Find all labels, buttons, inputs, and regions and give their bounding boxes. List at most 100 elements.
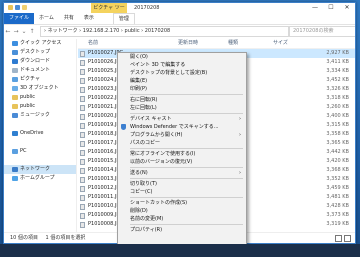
menu-item-delete[interactable]: 削除(D) [118,207,246,215]
window-controls: — ☐ ✕ [307,3,355,13]
search-input[interactable]: 20170208の検索 [289,26,355,37]
nav-item-documents[interactable]: ドキュメント [4,66,76,75]
shield-icon [121,124,126,130]
nav-item-desktop[interactable]: デスクトップ [4,48,76,57]
forward-arrow-icon[interactable]: → [12,28,20,35]
submenu-arrow-icon: › [239,170,241,176]
back-arrow-icon[interactable]: ← [4,28,12,35]
tab-view[interactable]: 表示 [79,13,99,24]
image-file-icon [80,51,85,57]
nav-item-pictures[interactable]: ピクチャ [4,75,76,84]
image-file-icon [80,114,85,120]
column-type[interactable]: 種類 [228,39,238,48]
image-file-icon [80,168,85,174]
menu-item-always-offline[interactable]: 常にオフラインで使用する(I) [118,150,246,158]
download-icon [12,59,18,64]
menu-item-copy[interactable]: コピー(C) [118,188,246,196]
menu-item-open[interactable]: 開く(O) [118,53,246,61]
menu-item-rename[interactable]: 名前の変更(M) [118,215,246,223]
nav-item-onedrive[interactable]: OneDrive [4,129,76,138]
menu-item-open-with[interactable]: プログラムから開く(H) › [118,131,246,139]
menu-separator [130,224,243,225]
navigation-pane: クイック アクセス デスクトップ ダウンロード ドキュメント ピクチャ 3D オ… [4,39,77,233]
menu-item-print[interactable]: 印刷(P) [118,85,246,93]
homegroup-icon [12,176,18,181]
nav-item-downloads[interactable]: ダウンロード [4,57,76,66]
menu-item-create-shortcut[interactable]: ショートカットの作成(S) [118,199,246,207]
ribbon-tabs: ファイル ホーム 共有 表示 管理 [4,13,355,25]
network-icon [12,167,18,172]
menu-item-copy-path[interactable]: パスのコピー [118,139,246,147]
image-file-icon [80,204,85,210]
close-button[interactable]: ✕ [339,3,355,13]
column-date[interactable]: 更新日時 [178,39,198,48]
picture-tools-tab[interactable]: ピクチャ ツール [91,3,127,21]
file-list-header: 名前 更新日時 種類 サイズ [78,39,355,49]
nav-item-homegroup[interactable]: ホームグループ [4,174,76,183]
image-file-icon [80,186,85,192]
image-file-icon [80,213,85,219]
picture-icon [12,77,18,82]
pc-icon [12,149,18,154]
nav-item-3d-objects[interactable]: 3D オブジェクト [4,84,76,93]
image-file-icon [80,87,85,93]
quick-access-toolbar [8,5,27,10]
menu-separator [130,113,243,114]
menu-item-defender-scan[interactable]: Windows Defender でスキャンする... [118,123,246,131]
view-toggle [335,235,351,242]
window-title: 20170208 [134,5,160,11]
context-menu: 開く(O) ペイント 3D で編集する デスクトップの背景として設定(B) 編集… [117,52,247,256]
taskbar [0,244,360,257]
image-file-icon [80,195,85,201]
nav-item-public[interactable]: public [4,93,76,102]
image-file-icon [80,96,85,102]
image-file-icon [80,123,85,129]
tab-manage[interactable]: 管理 [112,13,135,24]
menu-item-set-background[interactable]: デスクトップの背景として設定(B) [118,69,246,77]
submenu-arrow-icon: › [239,116,241,122]
nav-item-public-2[interactable]: public [4,102,76,111]
menu-item-restore-previous[interactable]: 以前のバージョンの復元(V) [118,158,246,166]
save-icon[interactable] [15,5,20,10]
large-icons-view-icon[interactable] [344,235,351,242]
nav-item-music[interactable]: ミュージック [4,111,76,120]
menu-separator [130,167,243,168]
tab-home[interactable]: ホーム [34,13,59,24]
menu-item-rotate-right[interactable]: 右に回転(R) [118,96,246,104]
maximize-button[interactable]: ☐ [323,3,339,13]
image-file-icon [80,60,85,66]
image-file-icon [80,78,85,84]
details-view-icon[interactable] [335,235,342,242]
menu-item-cast-to-device[interactable]: デバイス キャスト › [118,115,246,123]
address-path[interactable]: › ネットワーク › 192.168.2.170 › public › 2017… [40,26,289,37]
menu-item-properties[interactable]: プロパティ(R) [118,226,246,234]
column-name[interactable]: 名前 [88,39,98,48]
menu-item-rotate-left[interactable]: 左に回転(L) [118,104,246,112]
nav-item-network[interactable]: ネットワーク [4,165,76,174]
nav-item-pc[interactable]: PC [4,147,76,156]
tab-file[interactable]: ファイル [4,13,35,24]
new-folder-icon[interactable] [22,5,27,10]
menu-item-cut[interactable]: 切り取り(T) [118,180,246,188]
folder-icon[interactable] [8,5,13,10]
image-file-icon [80,105,85,111]
submenu-arrow-icon: › [239,132,241,138]
star-icon [12,41,18,46]
item-count: 10 個の項目 [10,235,38,241]
tab-share[interactable]: 共有 [59,13,79,24]
menu-item-edit-paint3d[interactable]: ペイント 3D で編集する [118,61,246,69]
menu-separator [130,178,243,179]
recent-chevron-icon[interactable]: ⌄ [20,28,28,35]
cube-icon [12,86,18,91]
menu-item-edit[interactable]: 編集(E) [118,77,246,85]
up-arrow-icon[interactable]: ↑ [28,28,36,35]
nav-item-quick-access[interactable]: クイック アクセス [4,39,76,48]
folder-icon [12,104,18,109]
column-size[interactable]: サイズ [273,39,288,48]
minimize-button[interactable]: — [307,3,323,13]
image-file-icon [80,222,85,228]
menu-item-send-to[interactable]: 送る(N) › [118,169,246,177]
